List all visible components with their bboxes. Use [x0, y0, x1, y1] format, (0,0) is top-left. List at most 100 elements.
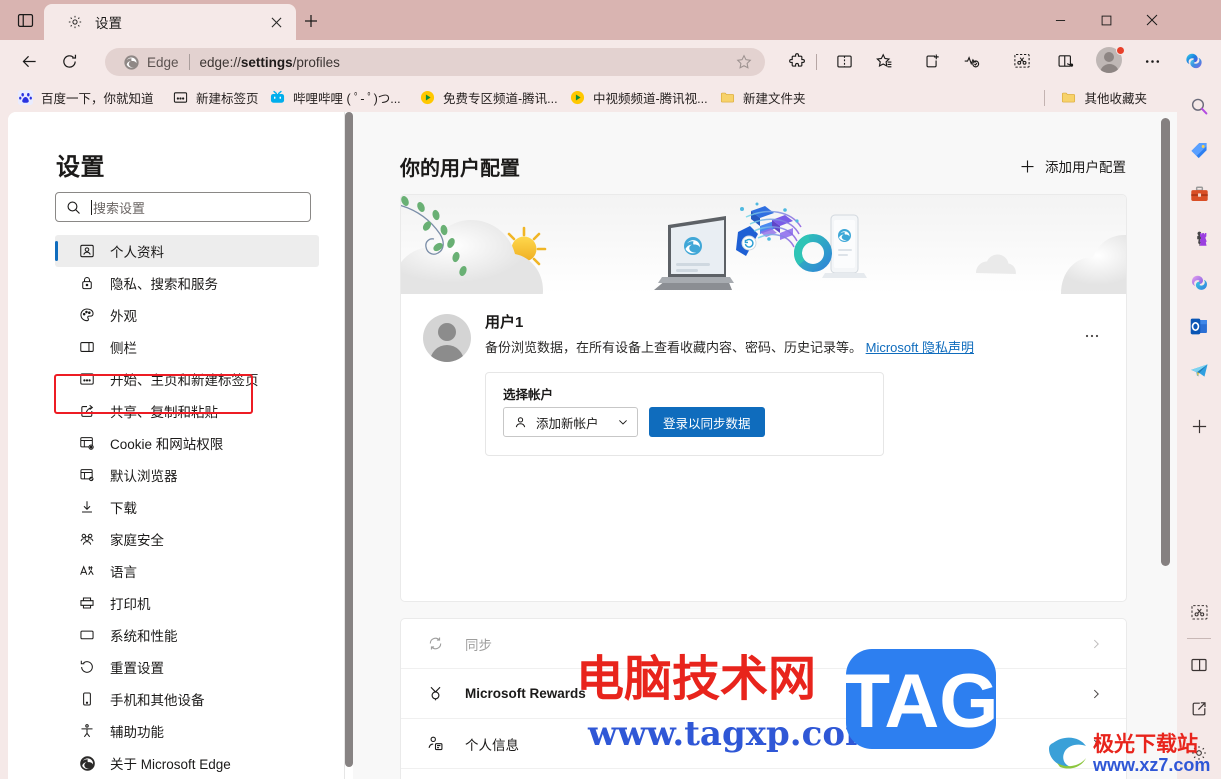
- sidebar-item-start-home-newtab[interactable]: 开始、主页和新建标签页: [55, 363, 319, 395]
- sidebar-item-label: 打印机: [110, 593, 151, 613]
- rail-open-external-icon[interactable]: [1177, 687, 1221, 731]
- cookie-icon: [77, 433, 97, 453]
- sign-in-sync-button[interactable]: 登录以同步数据: [649, 407, 765, 437]
- sidebar-item-profiles[interactable]: 个人资料: [55, 235, 319, 267]
- add-profile-button[interactable]: 添加用户配置: [1018, 156, 1126, 176]
- bookmark-item[interactable]: 新建文件夹: [712, 85, 812, 109]
- share-icon: [77, 401, 97, 421]
- bookmark-item[interactable]: 哔哩哔哩 ( ﾟ- ﾟ)つ...: [262, 85, 407, 109]
- new-tab-button[interactable]: [296, 8, 326, 34]
- sidebar-item-label: 个人资料: [110, 241, 164, 261]
- account-select-value: 添加新帐户: [536, 413, 613, 432]
- bookmark-item[interactable]: 百度一下，你就知道: [10, 85, 160, 109]
- search-input[interactable]: 搜索设置: [55, 192, 311, 222]
- back-button[interactable]: [14, 46, 44, 76]
- sidebar-item-label: 隐私、搜索和服务: [110, 273, 218, 293]
- content-scrollbar[interactable]: [1161, 118, 1170, 566]
- address-bar[interactable]: Edge edge://settings/profiles: [105, 48, 765, 76]
- sidebar-item-family-safety[interactable]: 家庭安全: [55, 523, 319, 555]
- bookmark-item[interactable]: 免费专区频道-腾讯...: [412, 85, 564, 109]
- settings-row-label: 同步: [465, 634, 492, 654]
- sidebar-item-label: 侧栏: [110, 337, 137, 357]
- bookmark-item[interactable]: 新建标签页: [165, 85, 265, 109]
- sidebar-item-phone-devices[interactable]: 手机和其他设备: [55, 683, 319, 715]
- minimize-button[interactable]: [1037, 0, 1083, 40]
- other-favorites-button[interactable]: 其他收藏夹: [1053, 85, 1153, 109]
- close-window-button[interactable]: [1129, 0, 1175, 40]
- sidebar-item-accessibility[interactable]: 辅助功能: [55, 715, 319, 747]
- copilot-button[interactable]: [1179, 46, 1209, 76]
- folder-icon: [1059, 88, 1077, 106]
- content-heading: 你的用户配置: [400, 152, 520, 181]
- rail-telegram-icon[interactable]: [1177, 348, 1221, 392]
- profile-row: 用户1 备份浏览数据，在所有设备上查看收藏内容、密码、历史记录等。 Micros…: [401, 294, 1126, 316]
- sidebar-item-reset-settings[interactable]: 重置设置: [55, 651, 319, 683]
- settings-row-personal-info[interactable]: 个人信息: [401, 719, 1126, 769]
- chevron-down-icon: [613, 412, 633, 432]
- family-icon: [77, 529, 97, 549]
- bookmark-label: 新建标签页: [196, 88, 259, 107]
- browser-essentials-button[interactable]: [957, 46, 987, 76]
- maximize-button[interactable]: [1083, 0, 1129, 40]
- rail-shopping-tag-icon[interactable]: [1177, 128, 1221, 172]
- rail-office-icon[interactable]: [1177, 260, 1221, 304]
- sidebar-item-default-browser[interactable]: 默认浏览器: [55, 459, 319, 491]
- rail-games-icon[interactable]: [1177, 216, 1221, 260]
- profile-name: 用户1: [485, 311, 523, 332]
- bookmark-item[interactable]: 中视频频道-腾讯视...: [562, 85, 714, 109]
- scrollbar-thumb[interactable]: [345, 112, 353, 767]
- settings-row-passwords[interactable]: 密码: [401, 769, 1126, 779]
- favorites-button[interactable]: [869, 46, 899, 76]
- search-icon: [61, 195, 85, 219]
- tab-actions-button[interactable]: [10, 6, 40, 34]
- sidebar-item-appearance[interactable]: 外观: [55, 299, 319, 331]
- browser-window: 设置 Edge: [0, 0, 1221, 779]
- sidebar-item-cookies[interactable]: Cookie 和网站权限: [55, 427, 319, 459]
- sidebar-item-privacy[interactable]: 隐私、搜索和服务: [55, 267, 319, 299]
- rail-outlook-icon[interactable]: [1177, 304, 1221, 348]
- rail-split-pane-icon[interactable]: [1177, 643, 1221, 687]
- sidebar-item-about-edge[interactable]: 关于 Microsoft Edge: [55, 747, 319, 779]
- profile-avatar-button[interactable]: [1096, 47, 1124, 75]
- refresh-button[interactable]: [54, 46, 84, 76]
- settings-content: 你的用户配置 添加用户配置: [353, 112, 1177, 779]
- settings-row-rewards[interactable]: Microsoft Rewards: [401, 669, 1126, 719]
- more-options-button[interactable]: [1137, 46, 1167, 76]
- chevron-right-icon: [1088, 686, 1104, 702]
- collections-button[interactable]: [917, 46, 947, 76]
- rail-screenshot-icon[interactable]: [1177, 590, 1221, 634]
- sidebar-item-languages[interactable]: 语言: [55, 555, 319, 587]
- browser-tab[interactable]: 设置: [44, 4, 296, 40]
- extensions-button[interactable]: [782, 46, 812, 76]
- sidebar-item-system-performance[interactable]: 系统和性能: [55, 619, 319, 651]
- close-icon[interactable]: [264, 10, 288, 34]
- rewards-icon: [425, 684, 445, 704]
- rail-add-icon[interactable]: [1177, 404, 1221, 448]
- plus-icon: [1018, 157, 1036, 175]
- sidebar-item-sidebar[interactable]: 侧栏: [55, 331, 319, 363]
- profile-settings-list: 同步 Microsoft Rewards: [400, 618, 1127, 779]
- chevron-right-icon: [1088, 736, 1104, 752]
- privacy-statement-link[interactable]: Microsoft 隐私声明: [866, 340, 974, 355]
- reset-icon: [77, 657, 97, 677]
- rail-search-icon[interactable]: [1177, 84, 1221, 128]
- rail-settings-gear-icon[interactable]: [1177, 731, 1221, 775]
- sidebar-item-share-copy-paste[interactable]: 共享、复制和粘贴: [55, 395, 319, 427]
- bookmark-label: 哔哩哔哩 ( ﾟ- ﾟ)つ...: [293, 88, 401, 107]
- settings-row-sync[interactable]: 同步: [401, 619, 1126, 669]
- printer-icon: [77, 593, 97, 613]
- account-select-dropdown[interactable]: 添加新帐户: [503, 407, 638, 437]
- profile-description: 备份浏览数据，在所有设备上查看收藏内容、密码、历史记录等。 Microsoft …: [485, 337, 974, 356]
- profile-more-options-button[interactable]: [1078, 322, 1106, 350]
- bookmark-label: 百度一下，你就知道: [41, 88, 154, 107]
- screenshot-button[interactable]: [1007, 46, 1037, 76]
- read-aloud-button[interactable]: [1050, 46, 1080, 76]
- sidebar-item-printers[interactable]: 打印机: [55, 587, 319, 619]
- favorites-star-icon[interactable]: [731, 49, 757, 75]
- profile-description-text: 备份浏览数据，在所有设备上查看收藏内容、密码、历史记录等。: [485, 340, 862, 355]
- rail-tools-briefcase-icon[interactable]: [1177, 172, 1221, 216]
- sidebar-item-downloads[interactable]: 下载: [55, 491, 319, 523]
- sidebar-scrollbar[interactable]: [345, 112, 353, 779]
- sidebar-item-label: 开始、主页和新建标签页: [110, 369, 259, 389]
- split-screen-button[interactable]: [829, 46, 859, 76]
